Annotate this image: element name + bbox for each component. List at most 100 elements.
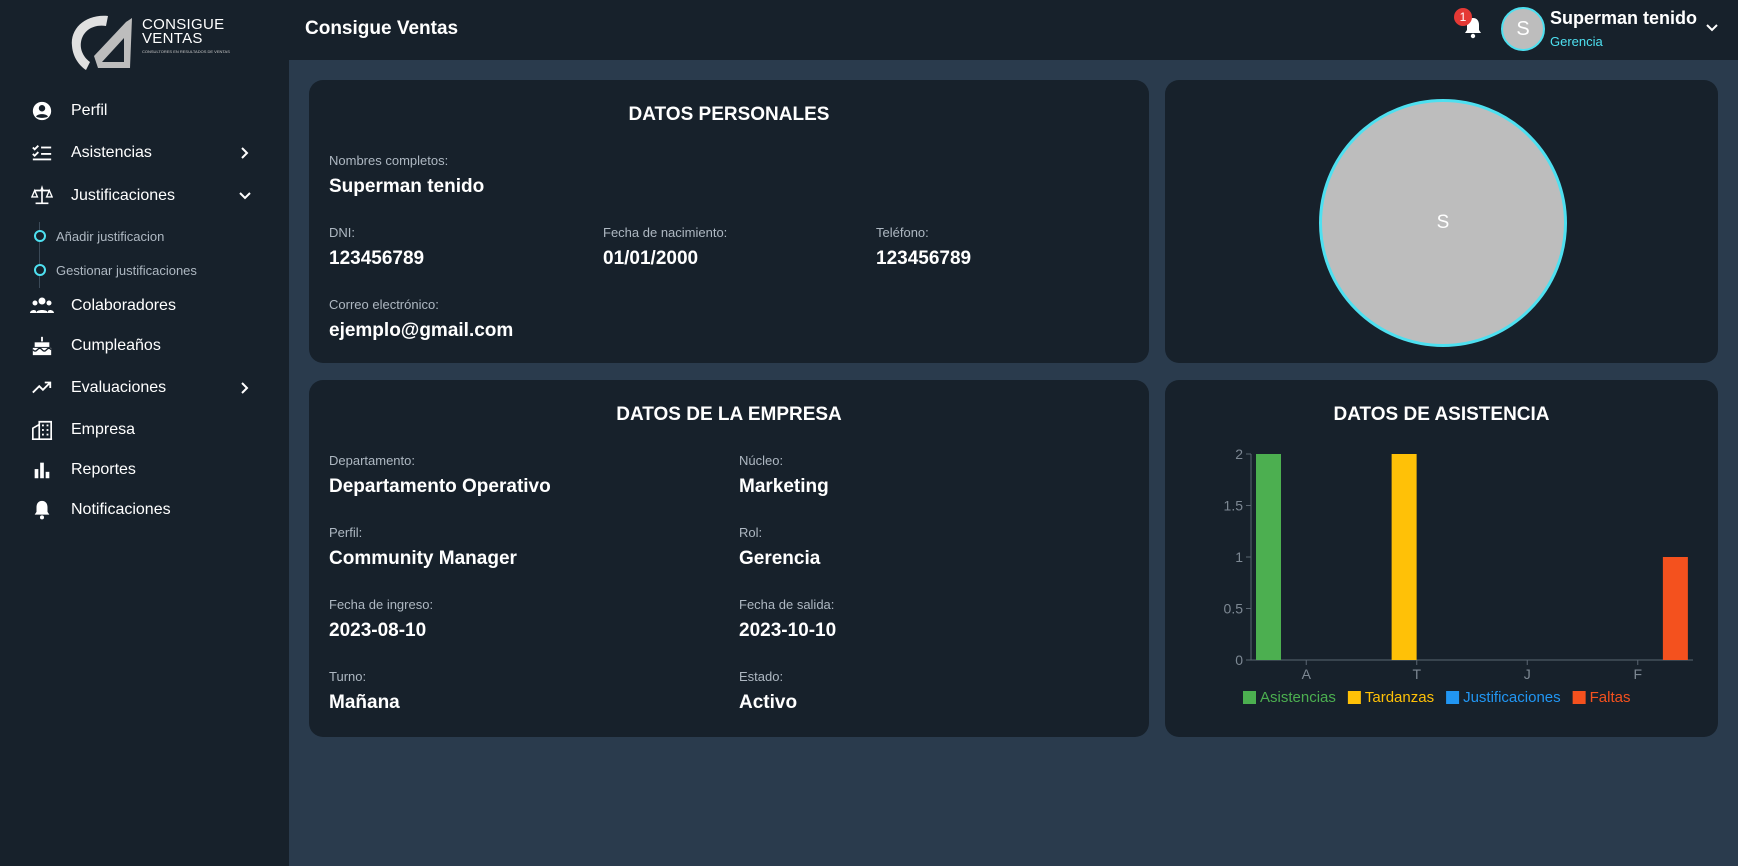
submenu-dot (34, 264, 46, 276)
sidebar-item-label: Cumpleaños (71, 337, 161, 354)
sidebar: CONSIGUE VENTAS CONSULTORES EN RESULTADOS… (0, 0, 289, 866)
legend-label: Tardanzas (1365, 689, 1434, 706)
user-role: Gerencia (1550, 34, 1603, 49)
field-label: Teléfono: (876, 225, 929, 240)
sidebar-item-reportes[interactable]: Reportes (30, 454, 260, 486)
chevron-right-icon (241, 382, 249, 394)
legend-label: Faltas (1590, 689, 1631, 706)
chevron-down-icon[interactable] (1705, 21, 1719, 35)
user-circle-icon (30, 99, 54, 123)
start-date-value: 2023-08-10 (329, 620, 427, 641)
logo-tagline: CONSULTORES EN RESULTADOS DE VENTAS (142, 49, 230, 54)
dni-value: 123456789 (329, 248, 425, 269)
sidebar-item-perfil[interactable]: Perfil (30, 95, 260, 127)
field-label: Turno: (329, 669, 367, 684)
field-label: Nombres completos: (329, 153, 449, 168)
x-tick-label: T (1412, 666, 1421, 682)
fullname-value: Superman tenido (329, 176, 485, 197)
x-tick-label: F (1633, 666, 1642, 682)
attendance-chart: 0 0.5 1 1.5 2 A T J F Asistencias Tardanzas Justifi… (1224, 446, 1693, 706)
sidebar-subitem-label: Gestionar justificaciones (56, 262, 197, 278)
x-tick-label: A (1302, 666, 1312, 682)
profile-avatar: S (1319, 99, 1567, 347)
bar-tardanzas (1391, 454, 1417, 660)
legend-swatch (1347, 691, 1361, 704)
sidebar-item-label: Perfil (71, 102, 108, 119)
field-label: Fecha de nacimiento: (603, 225, 728, 240)
sidebar-item-notificaciones[interactable]: Notificaciones (30, 494, 260, 526)
sidebar-item-label: Justificaciones (71, 187, 176, 204)
phone-value: 123456789 (876, 248, 972, 269)
shift-value: Mañana (329, 692, 400, 713)
sidebar-subitem-label: Añadir justificacion (56, 228, 165, 244)
x-tick-label: J (1524, 666, 1531, 682)
cake-icon (30, 334, 54, 358)
nucleo-value: Marketing (739, 476, 829, 497)
y-tick-label: 0 (1235, 652, 1243, 668)
y-tick-label: 1.5 (1224, 498, 1244, 514)
checklist-icon (30, 141, 54, 165)
top-bar: Consigue Ventas 1 S Superman tenido Gere… (289, 0, 1738, 60)
sidebar-item-cumpleanos[interactable]: Cumpleaños (30, 330, 260, 362)
attendance-card: DATOS DE ASISTENCIA 0 0.5 1 1.5 2 A T J F Asisten… (1165, 380, 1718, 737)
app-title: Consigue Ventas (305, 18, 459, 39)
legend-swatch (1446, 691, 1460, 704)
field-label: Correo electrónico: (329, 297, 439, 312)
user-avatar[interactable]: S (1501, 7, 1545, 51)
chevron-right-icon (241, 147, 249, 159)
field-label: Estado: (739, 669, 784, 684)
field-label: Fecha de salida: (739, 597, 835, 612)
people-icon (30, 294, 54, 318)
bar-asistencias (1256, 454, 1281, 660)
sidebar-item-label: Empresa (71, 421, 136, 438)
card-title: DATOS PERSONALES (628, 104, 830, 125)
y-tick-label: 0.5 (1224, 601, 1244, 617)
sidebar-item-colaboradores[interactable]: Colaboradores (30, 290, 260, 322)
submenu-dot (34, 230, 46, 242)
field-label: DNI: (329, 225, 355, 240)
legend-label: Asistencias (1260, 689, 1336, 706)
user-name[interactable]: Superman tenido (1550, 8, 1697, 29)
department-value: Departamento Operativo (329, 476, 551, 497)
card-title: DATOS DE LA EMPRESA (616, 404, 842, 425)
role-value: Gerencia (739, 548, 821, 569)
legend-swatch (1243, 691, 1256, 704)
brand-logo[interactable]: CONSIGUE VENTAS CONSULTORES EN RESULTADOS… (68, 12, 230, 72)
sidebar-item-empresa[interactable]: Empresa (30, 414, 260, 446)
chevron-down-icon (239, 192, 251, 200)
field-label: Fecha de ingreso: (329, 597, 434, 612)
scale-icon (30, 184, 54, 208)
bar-chart-icon (30, 458, 54, 482)
end-date-value: 2023-10-10 (739, 620, 837, 641)
logo-icon (71, 15, 132, 70)
bell-icon (30, 498, 54, 522)
status-value: Activo (739, 692, 798, 713)
sidebar-subitem-anadir[interactable]: Añadir justificacion (34, 224, 164, 248)
sidebar-item-asistencias[interactable]: Asistencias (30, 137, 260, 169)
sidebar-subitem-gestionar[interactable]: Gestionar justificaciones (34, 258, 197, 282)
profile-value: Community Manager (329, 548, 517, 569)
bar-faltas (1662, 557, 1688, 660)
sidebar-item-label: Reportes (71, 461, 136, 478)
sidebar-item-label: Evaluaciones (71, 379, 167, 396)
legend-swatch (1572, 691, 1586, 704)
field-label: Perfil: (329, 525, 363, 540)
birthdate-value: 01/01/2000 (603, 248, 699, 269)
building-icon (30, 418, 54, 442)
sidebar-item-label: Asistencias (71, 144, 152, 161)
notification-badge: 1 (1454, 8, 1472, 26)
sidebar-item-justificaciones[interactable]: Justificaciones (30, 180, 260, 212)
field-label: Rol: (739, 525, 763, 540)
email-value: ejemplo@gmail.com (329, 320, 514, 341)
field-label: Núcleo: (739, 453, 784, 468)
sidebar-item-label: Colaboradores (71, 297, 176, 314)
trending-up-icon (30, 376, 54, 400)
sidebar-item-label: Notificaciones (71, 501, 171, 518)
field-label: Departamento: (329, 453, 415, 468)
legend-label: Justificaciones (1463, 689, 1561, 706)
company-data-card: DATOS DE LA EMPRESA Departamento: Depart… (309, 380, 1149, 737)
y-tick-label: 1 (1235, 549, 1243, 565)
sidebar-item-evaluaciones[interactable]: Evaluaciones (30, 372, 260, 404)
logo-text: CONSIGUE VENTAS (142, 16, 225, 47)
personal-data-card: DATOS PERSONALES Nombres completos: Supe… (309, 80, 1149, 363)
